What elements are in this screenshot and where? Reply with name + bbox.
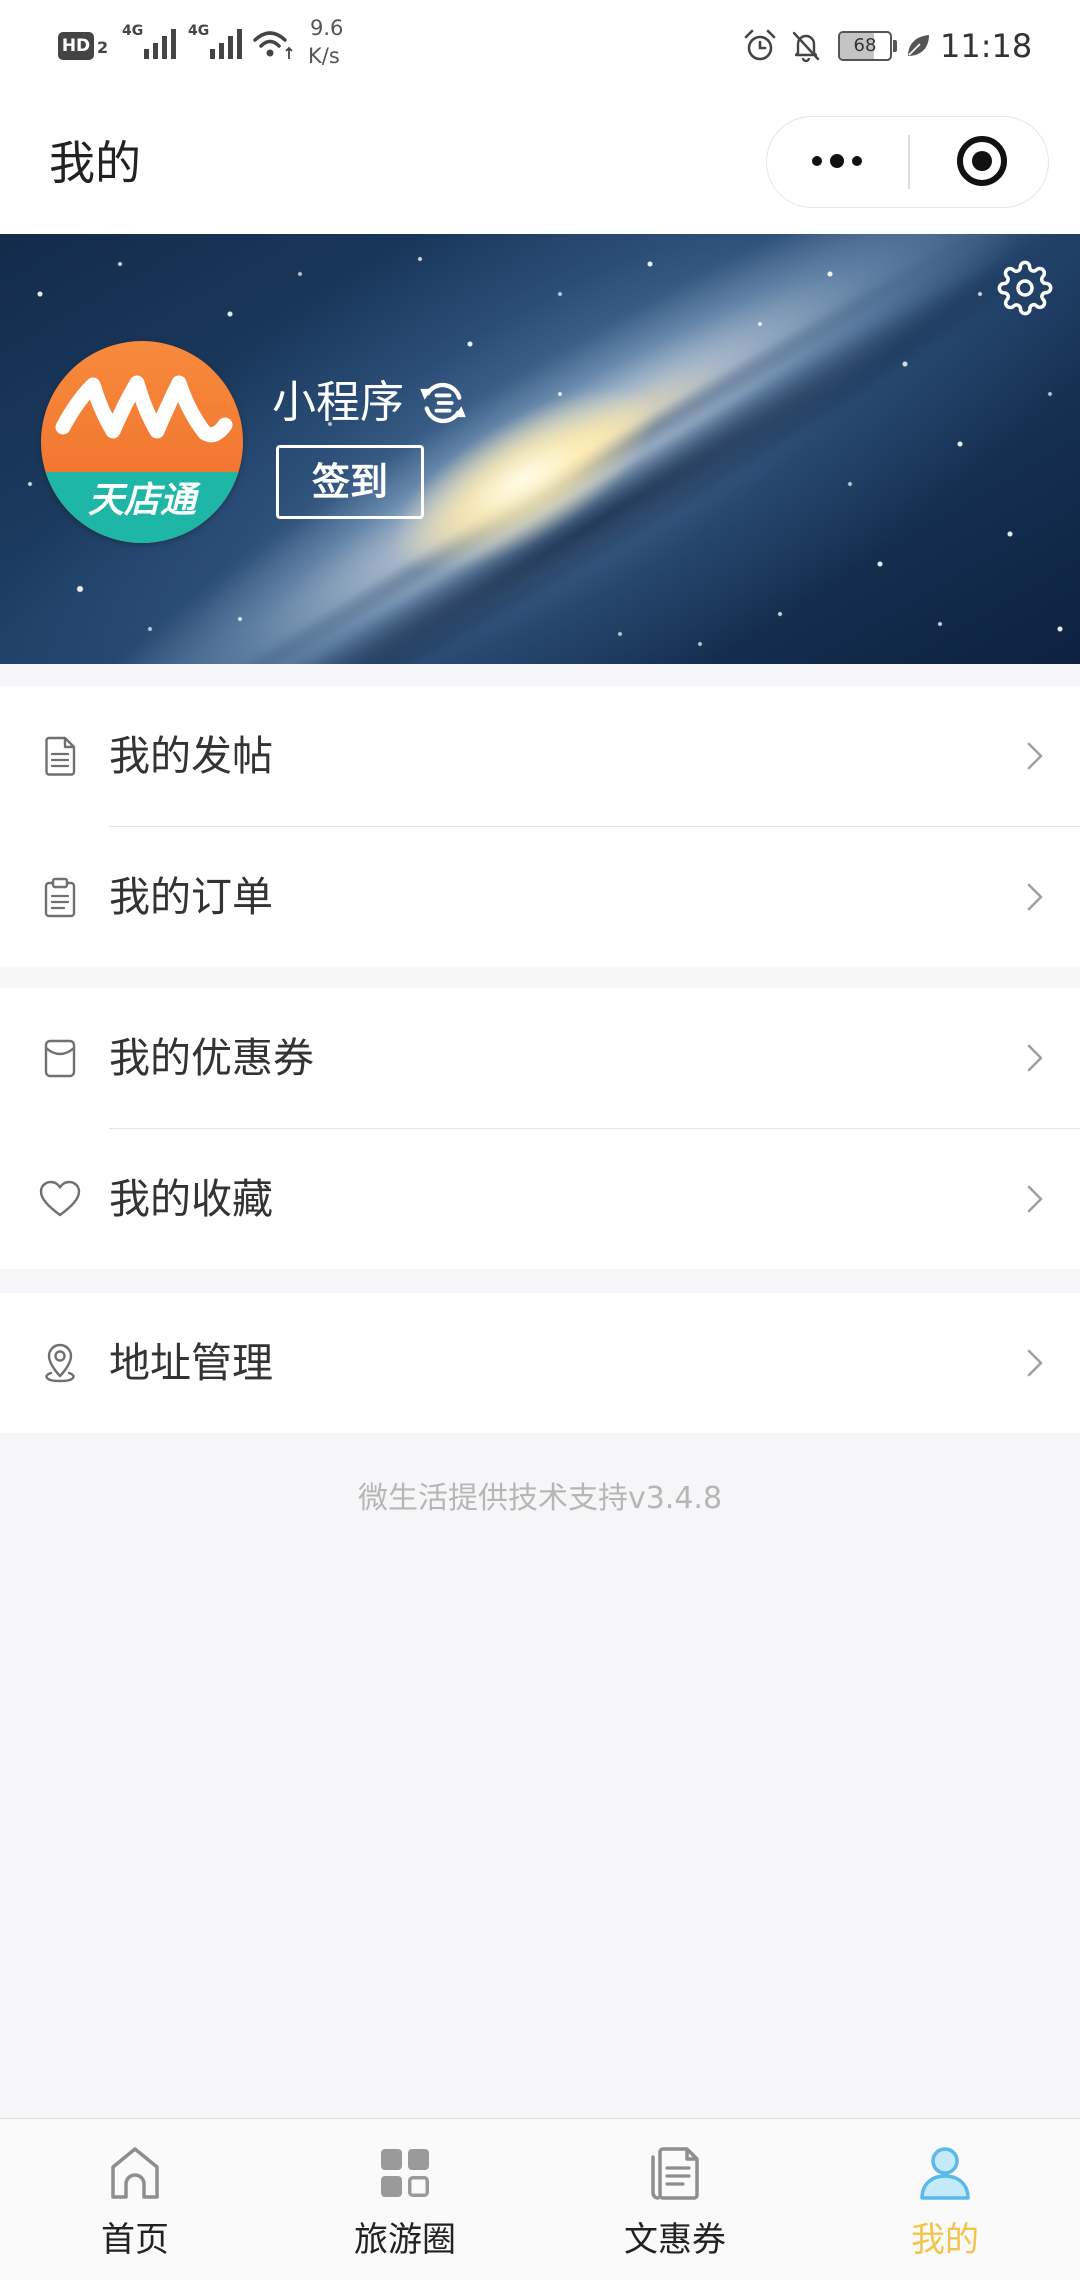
document-icon xyxy=(45,736,76,776)
menu-item-label: 地址管理 xyxy=(109,1339,273,1387)
home-icon xyxy=(111,2147,159,2199)
menu-item-my-orders[interactable]: 我的订单 xyxy=(0,827,1080,967)
menu-item-my-favorites[interactable]: 我的收藏 xyxy=(0,1129,1080,1269)
close-mini-program-button[interactable] xyxy=(909,117,1048,206)
checkin-button[interactable]: 签到 xyxy=(276,445,424,519)
more-dots-icon xyxy=(812,154,862,168)
network-speed-unit: K/s xyxy=(308,44,340,68)
signal-icon xyxy=(210,29,242,59)
status-bar: HD 2 4G 4G 9.6 K/s 68 11:18 xyxy=(0,0,1080,95)
menu-item-label: 我的订单 xyxy=(109,873,273,921)
menu-item-label: 我的收藏 xyxy=(109,1175,273,1223)
sim-slot-label: 2 xyxy=(97,38,109,57)
location-pin-icon xyxy=(45,1343,75,1383)
person-icon xyxy=(920,2147,970,2200)
user-name: 小程序 xyxy=(272,377,404,428)
menu-item-address-management[interactable]: 地址管理 xyxy=(0,1293,1080,1433)
tab-mine[interactable]: 我的 xyxy=(810,2119,1080,2280)
coupon-bag-icon xyxy=(44,1039,76,1078)
target-circle-icon xyxy=(957,136,1007,186)
brand-logo-text: 天店通 xyxy=(87,480,196,521)
battery-nub xyxy=(893,40,897,52)
tech-support-text: 微生活提供技术支持v3.4.8 xyxy=(357,1481,723,1516)
hd-label: HD xyxy=(61,36,91,56)
chevron-right-icon xyxy=(1027,1044,1043,1072)
gear-icon[interactable] xyxy=(997,260,1053,316)
tab-label: 我的 xyxy=(911,2220,979,2260)
chevron-right-icon xyxy=(1027,1349,1043,1377)
menu-group-posts-orders: 我的发帖 我的订单 xyxy=(0,686,1080,967)
leaf-icon xyxy=(908,35,929,56)
tab-label: 旅游圈 xyxy=(354,2220,456,2260)
alarm-icon xyxy=(744,29,776,61)
more-button[interactable] xyxy=(767,117,908,206)
clock-time: 11:18 xyxy=(940,27,1033,65)
profile-banner: 天店通 小程序 签到 xyxy=(0,234,1080,664)
signal-icon xyxy=(144,29,176,59)
refresh-switch-icon[interactable] xyxy=(417,377,469,429)
battery-level: 68 xyxy=(853,35,877,56)
battery-icon: 68 xyxy=(838,31,892,61)
chevron-right-icon xyxy=(1027,1185,1043,1213)
tab-home[interactable]: 首页 xyxy=(0,2119,270,2280)
hd-badge: HD xyxy=(58,32,94,60)
mini-program-capsule xyxy=(766,116,1049,208)
menu-item-label: 我的发帖 xyxy=(109,732,273,780)
menu-item-label: 我的优惠券 xyxy=(109,1034,314,1082)
chevron-right-icon xyxy=(1027,883,1043,911)
tab-travel-circle[interactable]: 旅游圈 xyxy=(270,2119,540,2280)
clipboard-icon xyxy=(44,877,76,918)
menu-item-my-coupons[interactable]: 我的优惠券 xyxy=(0,988,1080,1128)
tab-label: 首页 xyxy=(101,2220,169,2260)
menu-item-my-posts[interactable]: 我的发帖 xyxy=(0,686,1080,826)
avatar[interactable]: 天店通 xyxy=(41,341,243,543)
chevron-right-icon xyxy=(1027,742,1043,770)
tab-coupons[interactable]: 文惠券 xyxy=(540,2119,810,2280)
network-type-label: 4G xyxy=(188,23,210,39)
nav-header: 我的 xyxy=(0,95,1080,234)
menu-group-address: 地址管理 xyxy=(0,1293,1080,1433)
bell-muted-icon xyxy=(792,31,820,63)
tab-label: 文惠券 xyxy=(624,2220,726,2260)
network-speed-value: 9.6 xyxy=(310,16,344,40)
ticket-document-icon xyxy=(651,2147,699,2200)
network-type-label: 4G xyxy=(122,23,144,39)
bottom-tab-bar: 首页 旅游圈 文惠券 我的 xyxy=(0,2118,1080,2280)
wifi-icon xyxy=(253,31,293,59)
page-title: 我的 xyxy=(49,136,141,190)
grid-icon xyxy=(381,2149,429,2197)
menu-group-coupons-favorites: 我的优惠券 我的收藏 xyxy=(0,988,1080,1269)
heart-icon xyxy=(39,1180,81,1217)
